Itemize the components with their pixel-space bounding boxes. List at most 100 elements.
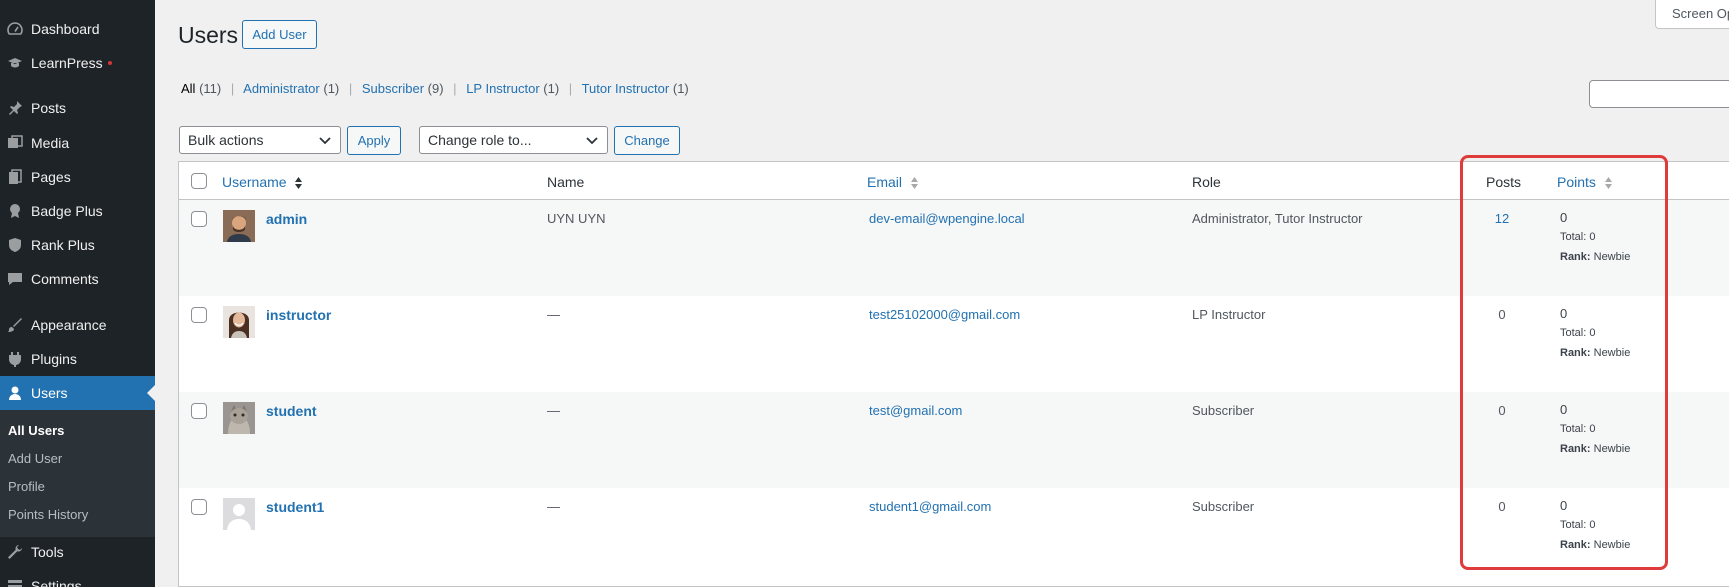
- menu-pages[interactable]: Pages: [0, 160, 155, 194]
- screen-options-button[interactable]: Screen Op: [1655, 0, 1729, 29]
- points-value: 0: [1560, 402, 1568, 417]
- menu-badge-plus[interactable]: Badge Plus: [0, 194, 155, 228]
- points-total: Total: 0: [1560, 520, 1630, 531]
- rank-label: Rank:: [1560, 539, 1591, 551]
- menu-comments[interactable]: Comments: [0, 262, 155, 296]
- posts-count-link[interactable]: 12: [1482, 211, 1522, 226]
- menu-learnpress[interactable]: LearnPress: [0, 46, 155, 80]
- column-email[interactable]: Email: [867, 174, 919, 190]
- rank-label: Rank:: [1560, 443, 1591, 455]
- filter-count: (1): [672, 81, 689, 96]
- username-link[interactable]: instructor: [266, 307, 331, 323]
- menu-appearance[interactable]: Appearance: [0, 308, 155, 342]
- total-value: 0: [1589, 519, 1596, 531]
- points-cell: 0 Total: 0 Rank: Newbie: [1560, 211, 1630, 263]
- change-button[interactable]: Change: [614, 126, 680, 155]
- filter-tutor-instructor[interactable]: Tutor Instructor: [582, 81, 670, 96]
- sort-icon: [910, 177, 918, 190]
- filter-count: (1): [323, 81, 340, 96]
- total-label: Total:: [1560, 423, 1587, 435]
- filter-administrator[interactable]: Administrator: [243, 81, 320, 96]
- menu-label: Settings: [31, 578, 82, 587]
- bulk-actions-select[interactable]: Bulk actions: [179, 126, 341, 154]
- rank-value: Newbie: [1593, 347, 1631, 359]
- column-label: Points: [1557, 174, 1596, 190]
- avatar: [223, 498, 255, 530]
- menu-settings[interactable]: Settings: [0, 569, 155, 587]
- page-title: Users: [178, 22, 239, 48]
- total-label: Total:: [1560, 519, 1587, 531]
- users-submenu: All Users Add User Profile Points Histor…: [0, 410, 155, 537]
- menu-dashboard[interactable]: Dashboard: [0, 12, 155, 46]
- role-cell: Subscriber: [1192, 499, 1255, 514]
- apply-button[interactable]: Apply: [347, 126, 401, 155]
- rank-value: Newbie: [1593, 251, 1631, 263]
- pushpin-icon: [7, 100, 23, 116]
- column-username[interactable]: Username: [222, 174, 303, 190]
- comment-icon: [7, 271, 23, 287]
- row-checkbox[interactable]: [191, 403, 207, 419]
- filter-count: (9): [427, 81, 444, 96]
- change-role-select[interactable]: Change role to...: [419, 126, 608, 154]
- email-link[interactable]: test25102000@gmail.com: [869, 307, 1020, 322]
- row-checkbox[interactable]: [191, 307, 207, 323]
- avatar: [223, 402, 255, 434]
- column-posts: Posts: [1486, 174, 1522, 190]
- points-rank: Rank: Newbie: [1560, 540, 1630, 551]
- search-input[interactable]: [1589, 80, 1729, 108]
- points-total: Total: 0: [1560, 328, 1630, 339]
- dashboard-icon: [7, 21, 23, 37]
- user-icon: [7, 385, 23, 401]
- total-label: Total:: [1560, 327, 1587, 339]
- menu-plugins[interactable]: Plugins: [0, 342, 155, 376]
- points-value: 0: [1560, 306, 1568, 321]
- badge-icon: [7, 203, 23, 219]
- menu-tools[interactable]: Tools: [0, 535, 155, 569]
- name-cell: —: [547, 307, 560, 322]
- menu-label: Posts: [31, 100, 67, 116]
- email-link[interactable]: student1@gmail.com: [869, 499, 991, 514]
- role-cell: Administrator, Tutor Instructor: [1192, 211, 1363, 226]
- email-link[interactable]: test@gmail.com: [869, 403, 962, 418]
- menu-users[interactable]: Users: [0, 376, 155, 410]
- points-value: 0: [1560, 210, 1568, 225]
- menu-media[interactable]: Media: [0, 126, 155, 160]
- column-points[interactable]: Points: [1557, 174, 1613, 190]
- sort-icon: [1604, 177, 1612, 190]
- points-rank: Rank: Newbie: [1560, 348, 1630, 359]
- media-icon: [7, 135, 23, 151]
- wrench-icon: [7, 544, 23, 560]
- points-cell: 0 Total: 0 Rank: Newbie: [1560, 403, 1630, 455]
- username-link[interactable]: admin: [266, 211, 307, 227]
- menu-label: Media: [31, 135, 70, 151]
- filter-lp-instructor[interactable]: LP Instructor: [466, 81, 539, 96]
- paintbrush-icon: [7, 317, 23, 333]
- shield-icon: [7, 237, 23, 253]
- column-label: Username: [222, 174, 287, 190]
- filter-subscriber[interactable]: Subscriber: [362, 81, 424, 96]
- menu-posts[interactable]: Posts: [0, 91, 155, 125]
- row-checkbox[interactable]: [191, 499, 207, 515]
- username-link[interactable]: student: [266, 403, 317, 419]
- separator: |: [230, 81, 235, 96]
- column-label: Email: [867, 174, 903, 190]
- submenu-add-user[interactable]: Add User: [8, 451, 62, 466]
- username-link[interactable]: student1: [266, 499, 324, 515]
- menu-label: Comments: [31, 271, 99, 287]
- menu-label: Pages: [31, 169, 71, 185]
- menu-label: Plugins: [31, 351, 77, 367]
- row-checkbox[interactable]: [191, 211, 207, 227]
- add-user-button[interactable]: Add User: [242, 20, 317, 49]
- menu-rank-plus[interactable]: Rank Plus: [0, 228, 155, 262]
- posts-count: 0: [1498, 499, 1506, 514]
- menu-label: Tools: [31, 544, 64, 560]
- filter-all[interactable]: All: [181, 81, 195, 96]
- pages-icon: [7, 169, 23, 185]
- plugin-icon: [7, 351, 23, 367]
- chevron-down-icon: [586, 137, 598, 145]
- submenu-points-history[interactable]: Points History: [8, 507, 88, 522]
- submenu-all-users[interactable]: All Users: [8, 423, 64, 438]
- select-all-checkbox[interactable]: [191, 173, 207, 189]
- email-link[interactable]: dev-email@wpengine.local: [869, 211, 1025, 226]
- submenu-profile[interactable]: Profile: [8, 479, 45, 494]
